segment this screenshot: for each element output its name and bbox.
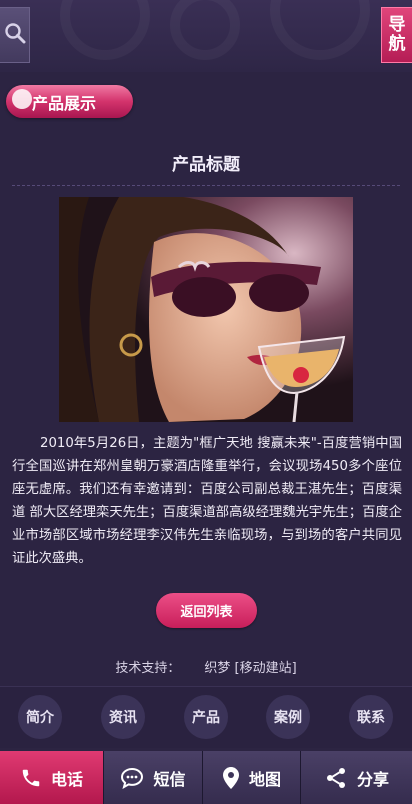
tech-support-label: 技术支持： — [115, 661, 181, 676]
product-title: 产品标题 — [172, 155, 240, 175]
map-label: 地图 — [248, 769, 281, 789]
quicknav-cases[interactable]: 案例 — [266, 695, 310, 739]
quicknav-contact[interactable]: 联系 — [349, 695, 393, 739]
sms-label: 短信 — [153, 769, 186, 789]
tech-support: 技术支持： 织梦 [移动建站] — [0, 657, 412, 676]
title-divider — [12, 185, 400, 186]
search-icon — [4, 22, 26, 48]
tag-gloss — [12, 89, 32, 109]
map-pin-icon — [222, 766, 240, 790]
bottom-action-bar: 电话 短信 地图 分享 — [0, 751, 412, 804]
sms-button[interactable]: 短信 — [104, 751, 203, 804]
map-button[interactable]: 地图 — [203, 751, 301, 804]
section-tag: 产品展示 — [6, 85, 133, 118]
quick-nav: 简介 资讯 产品 案例 联系 — [0, 686, 412, 748]
call-label: 电话 — [50, 769, 83, 789]
phone-icon — [20, 767, 42, 789]
nav-menu-button[interactable]: 导 航 — [381, 7, 412, 63]
quicknav-intro[interactable]: 简介 — [18, 695, 62, 739]
section-tag-label: 产品展示 — [32, 93, 97, 113]
quicknav-news[interactable]: 资讯 — [101, 695, 145, 739]
quicknav-products[interactable]: 产品 — [184, 695, 228, 739]
back-to-list-button[interactable]: 返回列表 — [156, 593, 257, 628]
product-photo — [59, 197, 353, 422]
call-button[interactable]: 电话 — [0, 751, 104, 804]
share-label: 分享 — [356, 769, 389, 789]
share-button[interactable]: 分享 — [301, 751, 412, 804]
product-description: 2010年5月26日，主题为"框广天地 搜赢未来"-百度营销中国行全国巡讲在郑州… — [12, 436, 402, 566]
share-icon — [324, 766, 348, 790]
nav-label-line1: 导 — [388, 15, 406, 35]
tech-support-link[interactable]: 织梦 [移动建站] — [204, 661, 296, 676]
nav-label-line2: 航 — [388, 34, 406, 54]
search-button[interactable] — [0, 7, 30, 63]
chat-icon — [120, 767, 144, 789]
header-bar: 导 航 — [0, 0, 412, 72]
